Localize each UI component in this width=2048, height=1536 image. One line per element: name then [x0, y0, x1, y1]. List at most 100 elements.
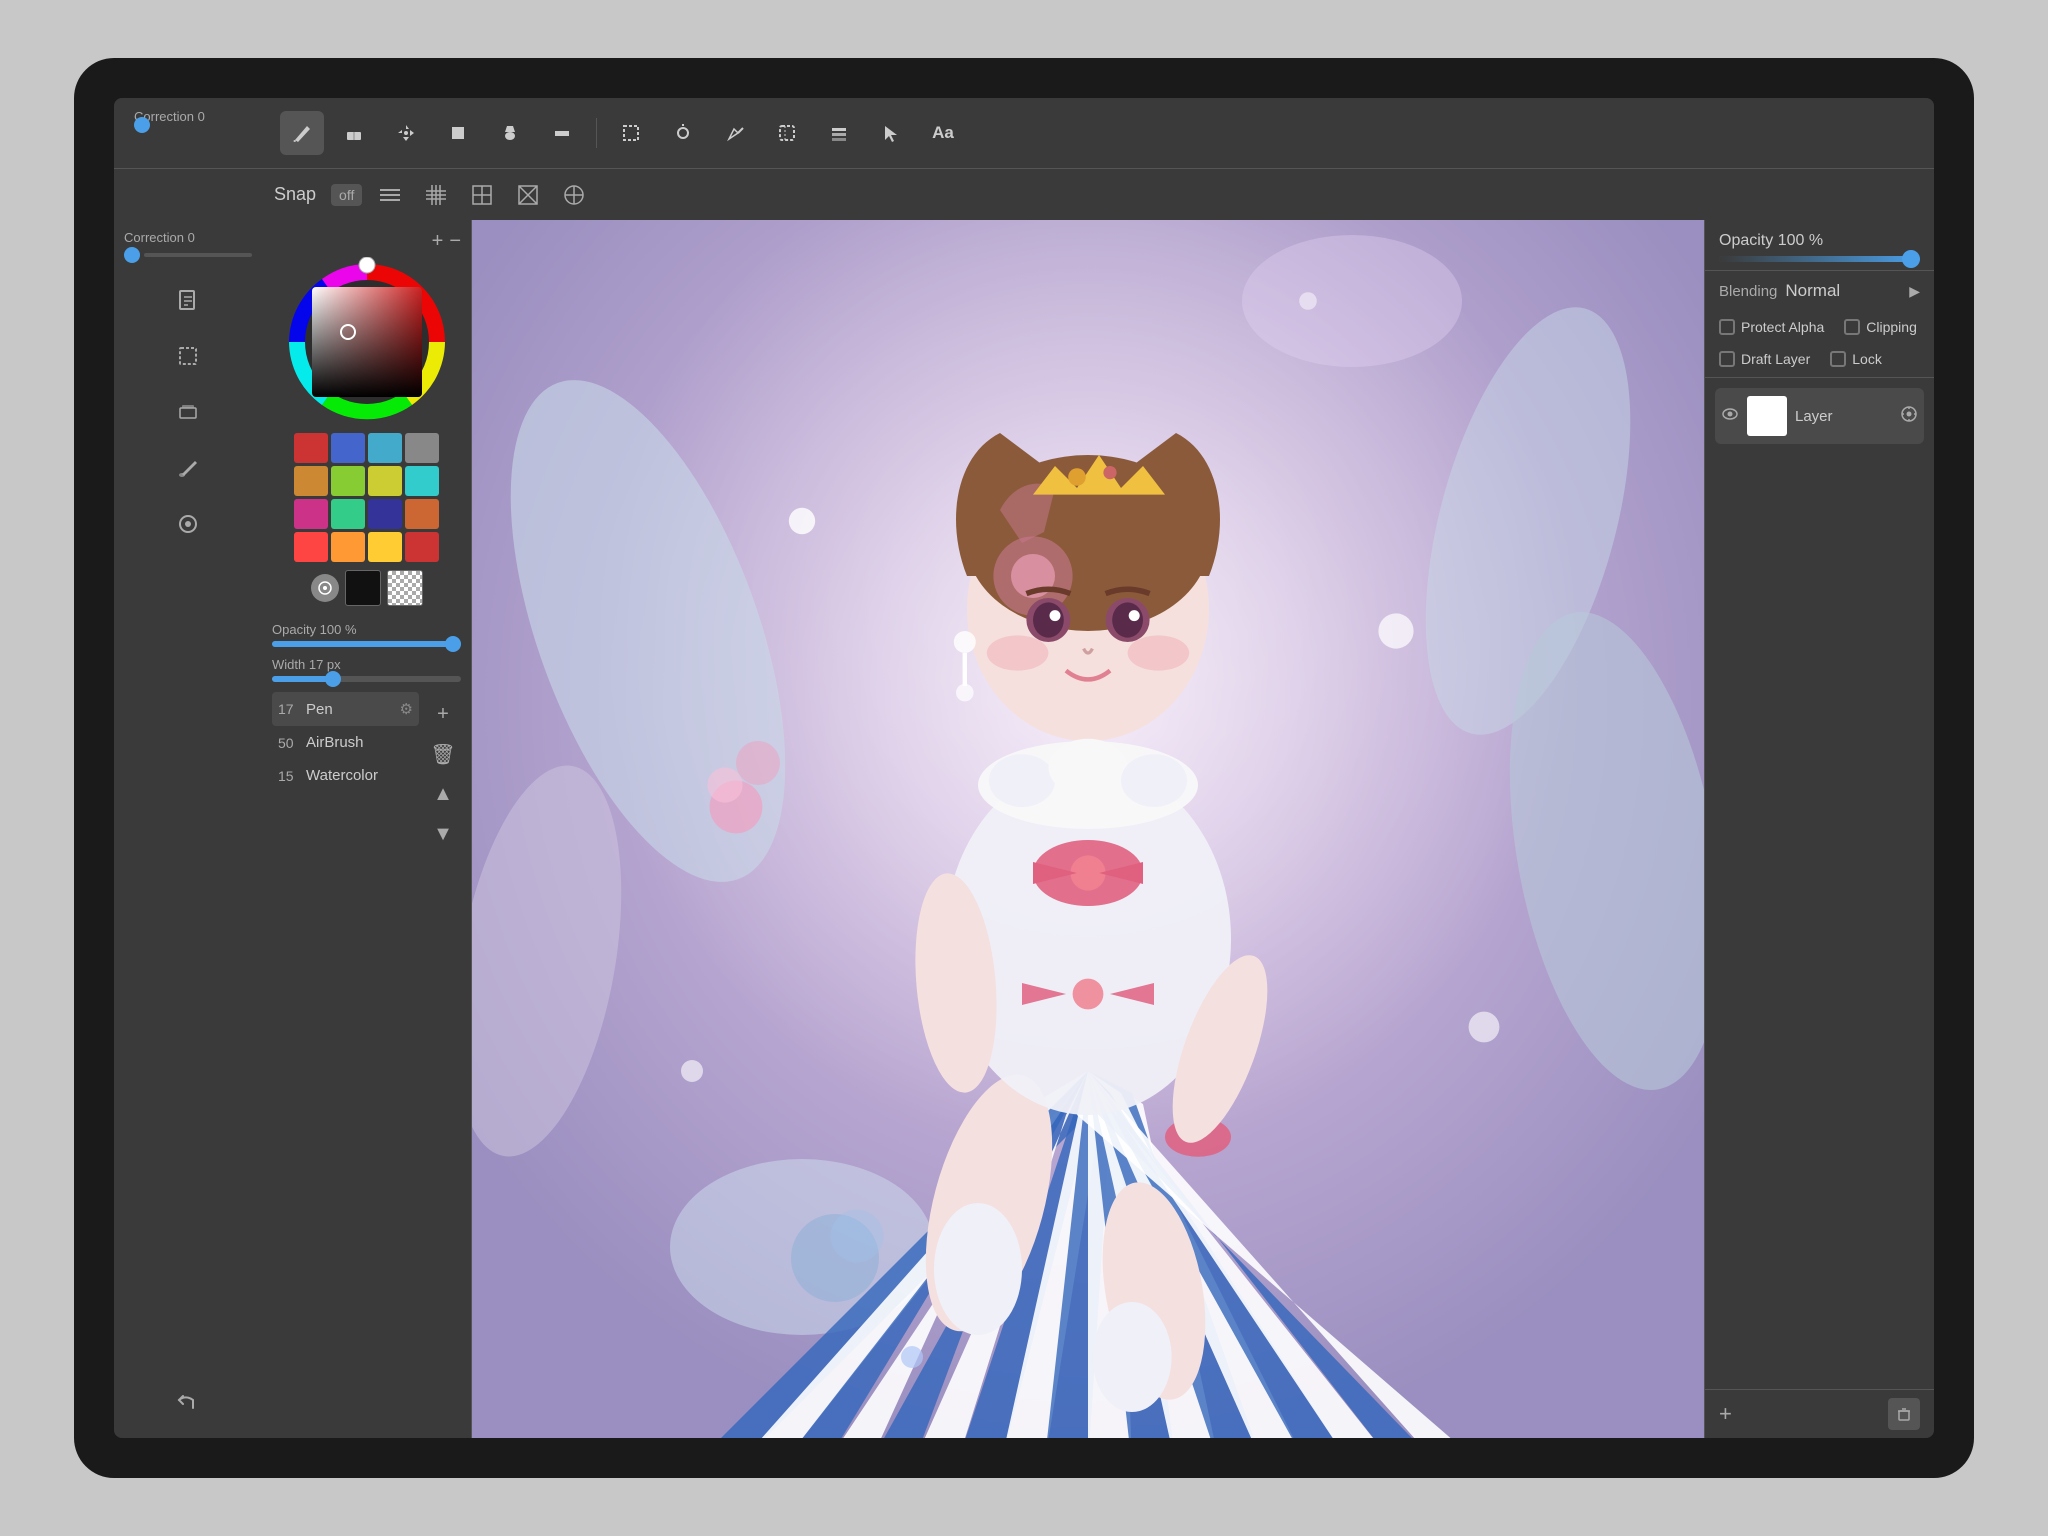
swatch-0[interactable] — [294, 433, 328, 463]
snap-rect-icon[interactable] — [464, 177, 500, 213]
undo-sidebar-icon[interactable] — [163, 1378, 213, 1428]
add-layer-btn[interactable]: + — [1719, 1401, 1732, 1427]
color-sidebar-icon[interactable] — [163, 499, 213, 549]
delete-layer-btn[interactable] — [1888, 1398, 1920, 1430]
swatch-1[interactable] — [331, 433, 365, 463]
add-brush-btn[interactable]: + — [425, 696, 461, 732]
snap-grid-icon[interactable] — [418, 177, 454, 213]
swatch-9[interactable] — [331, 499, 365, 529]
fill-tool-btn[interactable] — [436, 111, 480, 155]
layer-visibility-icon[interactable] — [1721, 405, 1739, 428]
layer-settings-icon[interactable] — [1900, 405, 1918, 428]
snap-lines-icon[interactable] — [372, 177, 408, 213]
swatch-5[interactable] — [331, 466, 365, 496]
snap-bar: Snap off — [114, 168, 1934, 220]
color-wheel[interactable] — [282, 257, 452, 427]
swatch-11[interactable] — [405, 499, 439, 529]
lasso-tool-btn[interactable] — [765, 111, 809, 155]
left-panel: + − — [262, 220, 472, 1438]
bucket-tool-btn[interactable] — [488, 111, 532, 155]
selection-tool-btn[interactable] — [609, 111, 653, 155]
layer-move-tool-btn[interactable] — [817, 111, 861, 155]
snap-label: Snap — [274, 184, 316, 205]
artwork-container — [472, 220, 1704, 1438]
new-canvas-icon[interactable] — [163, 275, 213, 325]
swatch-14[interactable] — [368, 532, 402, 562]
swatch-3[interactable] — [405, 433, 439, 463]
opacity-slider[interactable] — [1719, 256, 1920, 262]
color-picker-icon[interactable] — [311, 574, 339, 602]
opacity-thumb[interactable] — [445, 636, 461, 652]
draft-layer-row: Draft Layer — [1719, 351, 1810, 367]
selection-sidebar-icon[interactable] — [163, 331, 213, 381]
shape-tool-btn[interactable] — [540, 111, 584, 155]
transform-tool-btn[interactable] — [384, 111, 428, 155]
swatch-15[interactable] — [405, 532, 439, 562]
swatch-6[interactable] — [368, 466, 402, 496]
correction-dot[interactable] — [124, 247, 140, 263]
brush-item-airbrush[interactable]: 50 AirBrush — [272, 726, 419, 759]
correction-track[interactable] — [144, 253, 252, 257]
artwork — [472, 220, 1704, 1438]
lock-checkbox[interactable] — [1830, 351, 1846, 367]
delete-brush-btn[interactable]: 🗑 — [425, 736, 461, 772]
draft-layer-label: Draft Layer — [1741, 351, 1810, 367]
opacity-track[interactable] — [272, 641, 461, 647]
layers-footer: + — [1705, 1389, 1934, 1438]
snap-circle-icon[interactable] — [556, 177, 592, 213]
brush-panel: 17 Pen ⚙ 50 AirBrush 15 Watercolor — [272, 692, 461, 852]
snap-off-badge[interactable]: off — [331, 184, 362, 206]
protect-alpha-checkbox[interactable] — [1719, 319, 1735, 335]
brush-item-watercolor[interactable]: 15 Watercolor — [272, 759, 419, 792]
swatch-12[interactable] — [294, 532, 328, 562]
clipping-row: Clipping — [1844, 319, 1917, 335]
brush-name-2: Watercolor — [306, 767, 413, 784]
background-color-swatch[interactable] — [387, 570, 423, 606]
opacity-slider-thumb[interactable] — [1902, 250, 1920, 268]
text-tool-btn[interactable]: Aa — [921, 111, 965, 155]
move-down-brush-btn[interactable]: ▼ — [425, 816, 461, 852]
brush-item-pen[interactable]: 17 Pen ⚙ — [272, 692, 419, 726]
width-thumb[interactable] — [325, 671, 341, 687]
cursor-tool-btn[interactable] — [869, 111, 913, 155]
layers-sidebar-icon[interactable] — [163, 387, 213, 437]
snap-diagonal-icon[interactable] — [510, 177, 546, 213]
foreground-color-swatch[interactable] — [345, 570, 381, 606]
layer-item-0[interactable]: Layer — [1715, 388, 1924, 444]
canvas-area[interactable] — [472, 220, 1704, 1438]
eyedropper-tool-btn[interactable] — [661, 111, 705, 155]
opacity-value-label: Opacity 100 % — [1719, 232, 1920, 250]
brush-settings-0[interactable]: ⚙ — [400, 700, 413, 718]
brush-tool-btn[interactable] — [280, 111, 324, 155]
draft-layer-checkbox[interactable] — [1719, 351, 1735, 367]
clipping-checkbox[interactable] — [1844, 319, 1860, 335]
swatch-4[interactable] — [294, 466, 328, 496]
correction-slider-thumb[interactable] — [134, 117, 150, 133]
opacity-fill — [272, 641, 461, 647]
layer-name-0: Layer — [1795, 408, 1892, 425]
width-slider-row: Width 17 px — [272, 657, 461, 672]
layer-thumbnail-0 — [1747, 396, 1787, 436]
width-track[interactable] — [272, 676, 461, 682]
move-up-brush-btn[interactable]: ▲ — [425, 776, 461, 812]
brush-sidebar-icon[interactable] — [163, 443, 213, 493]
delete-swatch-btn[interactable]: − — [449, 230, 461, 253]
lock-label: Lock — [1852, 351, 1882, 367]
color-section — [272, 257, 461, 606]
brush-action-panel: + 🗑 ▲ ▼ — [425, 692, 461, 852]
swatch-13[interactable] — [331, 532, 365, 562]
width-slider-label: Width 17 px — [272, 657, 341, 672]
eraser-tool-btn[interactable] — [332, 111, 376, 155]
swatch-2[interactable] — [368, 433, 402, 463]
lock-row: Lock — [1830, 351, 1882, 367]
swatch-8[interactable] — [294, 499, 328, 529]
opacity-slider-row: Opacity 100 % — [272, 622, 461, 637]
layers-section: Layer — [1705, 378, 1934, 1389]
add-swatch-btn[interactable]: + — [432, 230, 444, 253]
blending-value[interactable]: Normal — [1785, 281, 1901, 301]
pen-tool-btn[interactable] — [713, 111, 757, 155]
blending-arrow[interactable]: ▶ — [1909, 283, 1920, 300]
brush-num-1: 50 — [278, 735, 306, 751]
swatch-7[interactable] — [405, 466, 439, 496]
swatch-10[interactable] — [368, 499, 402, 529]
